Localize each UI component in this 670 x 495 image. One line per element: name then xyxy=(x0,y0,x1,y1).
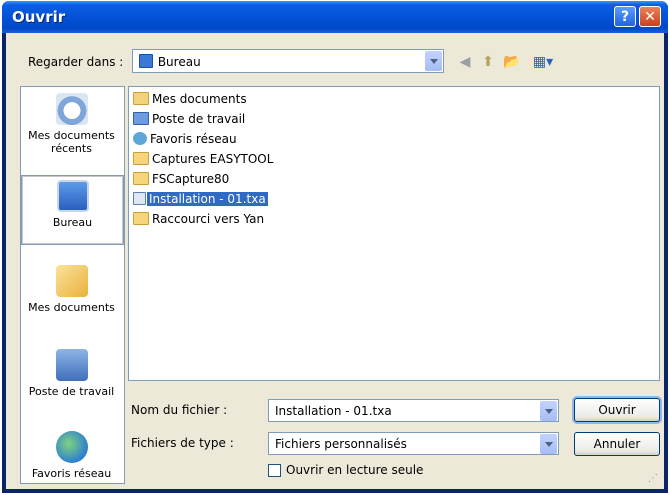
open-button[interactable]: Ouvrir xyxy=(574,398,660,422)
readonly-checkbox[interactable] xyxy=(268,464,281,477)
open-dialog-window: Ouvrir ? ✕ Regarder dans : Bureau ◀ ⬆ 📂 … xyxy=(2,1,668,493)
my-computer-icon xyxy=(55,349,88,381)
resize-grip-icon[interactable]: ⋰ xyxy=(648,473,662,487)
place-label: Poste de travail xyxy=(28,385,115,398)
list-item[interactable]: FSCapture80 xyxy=(133,170,231,188)
filename-value: Installation - 01.txa xyxy=(275,404,392,418)
chevron-down-icon[interactable] xyxy=(425,51,442,71)
place-desktop[interactable]: Bureau xyxy=(21,175,124,245)
chevron-down-icon[interactable] xyxy=(540,434,557,454)
my-documents-icon xyxy=(55,265,88,297)
file-icon xyxy=(133,192,146,205)
place-recent-documents[interactable]: Mes documents récents xyxy=(21,93,122,167)
place-label: Favoris réseau xyxy=(31,467,112,480)
chevron-down-icon[interactable] xyxy=(540,401,557,421)
desktop-icon xyxy=(56,180,89,212)
list-item-selected[interactable]: Installation - 01.txa xyxy=(133,190,268,208)
look-in-label: Regarder dans : xyxy=(28,55,124,69)
up-folder-icon[interactable]: ⬆ xyxy=(480,53,496,71)
place-label: Bureau xyxy=(52,216,93,229)
network-places-icon xyxy=(55,431,88,463)
close-button[interactable]: ✕ xyxy=(639,6,661,27)
filetype-label: Fichiers de type : xyxy=(131,436,234,450)
cancel-button[interactable]: Annuler xyxy=(574,432,660,456)
list-item[interactable]: Raccourci vers Yan xyxy=(133,210,266,228)
look-in-value: Bureau xyxy=(157,55,201,69)
shortcut-folder-icon xyxy=(133,212,149,225)
list-item[interactable]: Captures EASYTOOL xyxy=(133,150,275,168)
place-network-places[interactable]: Favoris réseau xyxy=(21,431,122,483)
place-label: Mes documents récents xyxy=(28,129,115,155)
places-bar: Mes documents récents Bureau Mes documen… xyxy=(20,86,125,484)
title-bar[interactable]: Ouvrir ? ✕ xyxy=(2,1,668,33)
list-item[interactable]: Favoris réseau xyxy=(133,130,239,148)
filename-label: Nom du fichier : xyxy=(131,403,228,417)
my-documents-folder-icon xyxy=(133,92,149,105)
views-menu-icon[interactable]: ▦▾ xyxy=(528,53,558,71)
back-icon[interactable]: ◀ xyxy=(457,53,473,71)
place-my-documents[interactable]: Mes documents xyxy=(21,265,122,335)
readonly-label[interactable]: Ouvrir en lecture seule xyxy=(286,463,423,477)
place-label: Mes documents xyxy=(28,301,115,314)
filetype-dropdown[interactable]: Fichiers personnalisés xyxy=(268,432,559,455)
new-folder-icon[interactable]: 📂 xyxy=(502,53,522,71)
list-item[interactable]: Mes documents xyxy=(133,90,249,108)
filetype-value: Fichiers personnalisés xyxy=(275,437,407,451)
recent-documents-icon xyxy=(55,93,88,125)
filename-input[interactable]: Installation - 01.txa xyxy=(268,399,559,422)
dialog-body: Regarder dans : Bureau ◀ ⬆ 📂 ▦▾ Mes docu… xyxy=(6,33,664,489)
network-places-icon xyxy=(133,132,147,145)
folder-icon xyxy=(133,152,149,165)
help-button[interactable]: ? xyxy=(614,6,636,27)
window-title: Ouvrir xyxy=(12,8,66,26)
file-list: Mes documents Poste de travail Favoris r… xyxy=(128,86,660,381)
place-my-computer[interactable]: Poste de travail xyxy=(21,349,122,419)
desktop-icon xyxy=(139,54,153,68)
look-in-dropdown[interactable]: Bureau xyxy=(132,49,444,73)
folder-icon xyxy=(133,172,149,185)
my-computer-icon xyxy=(133,112,149,125)
list-item[interactable]: Poste de travail xyxy=(133,110,247,128)
